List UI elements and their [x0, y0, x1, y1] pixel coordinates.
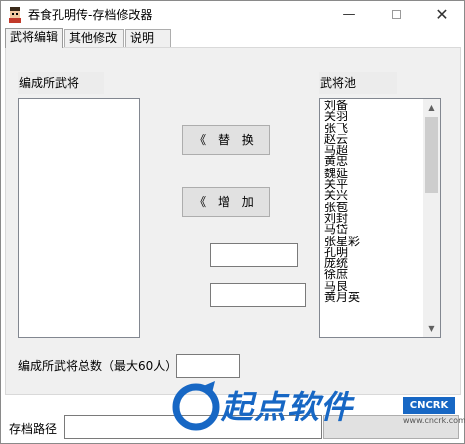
general-pool-list[interactable]: 刘备 关羽 张飞 赵云 马超 黄忠 魏延 关平 关兴 张苞 刘封 马岱 张星彩 孔明 庞统 徐庶 马良 黄月英 ▲… — [319, 98, 441, 338]
general-pool-item[interactable]: 关羽 — [324, 111, 422, 122]
general-pool-item[interactable]: 关兴 — [324, 190, 422, 201]
general-pool-item[interactable]: 刘备 — [324, 100, 422, 111]
maximize-icon — [391, 10, 401, 19]
general-pool-items: 刘备 关羽 张飞 赵云 马超 黄忠 魏延 关平 关兴 张苞 刘封 马岱 张星彩 孔明 庞统 徐庶 马良 黄月英 — [324, 100, 422, 303]
window-title: 吞食孔明传-存档修改器 — [28, 8, 153, 22]
general-pool-item[interactable]: 赵云 — [324, 134, 422, 145]
tab-other-edits[interactable]: 其他修改 — [64, 29, 124, 47]
general-pool-item[interactable]: 徐庶 — [324, 269, 422, 280]
general-pool-item[interactable]: 张星彩 — [324, 236, 422, 247]
scroll-thumb[interactable] — [425, 117, 438, 193]
tab-instructions[interactable]: 说明 — [125, 29, 171, 47]
app-icon — [9, 7, 21, 23]
scroll-down-icon[interactable]: ▼ — [423, 320, 440, 337]
general-pool-scrollbar[interactable]: ▲ ▼ — [423, 99, 440, 337]
general-pool-item[interactable]: 马超 — [324, 145, 422, 156]
general-pool-item[interactable]: 黄忠 — [324, 156, 422, 167]
replace-button[interactable]: 《 替 换 — [182, 125, 270, 155]
general-pool-item[interactable]: 孔明 — [324, 247, 422, 258]
watermark: 起点软件 CNCRK www.cncrk.com — [171, 375, 465, 441]
formation-list[interactable] — [18, 98, 140, 338]
title-bar[interactable]: 吞食孔明传-存档修改器 — ✕ — [1, 1, 464, 29]
close-button[interactable]: ✕ — [419, 1, 465, 29]
watermark-url: www.cncrk.com — [403, 416, 465, 425]
minimize-button[interactable]: — — [326, 1, 372, 29]
watermark-text: 起点软件 — [221, 388, 354, 426]
tab-bar: 武将编辑 其他修改 说明 — [5, 28, 465, 48]
watermark-logo-icon — [172, 381, 220, 431]
general-pool-item[interactable]: 魏延 — [324, 168, 422, 179]
general-pool-item[interactable]: 刘封 — [324, 213, 422, 224]
general-edit-panel: 编成所武将 武将池 刘备 关羽 张飞 赵云 马超 黄忠 魏延 关平 关兴 张苞 刘封 马岱 张星彩 孔明庞… — [5, 47, 461, 395]
app-window: 吞食孔明传-存档修改器 — ✕ 武将编辑 其他修改 说明 编成所武将 武将池 刘… — [0, 0, 465, 444]
formation-label: 编成所武将 — [18, 72, 104, 94]
general-pool-item[interactable]: 张飞 — [324, 123, 422, 134]
general-pool-item[interactable]: 庞统 — [324, 258, 422, 269]
general-pool-label: 武将池 — [319, 72, 397, 94]
general-pool-item[interactable]: 黄月英 — [324, 292, 422, 303]
general-pool-item[interactable]: 马良 — [324, 281, 422, 292]
general-field-1[interactable] — [210, 243, 298, 267]
general-pool-item[interactable]: 张苞 — [324, 202, 422, 213]
add-button[interactable]: 《 增 加 — [182, 187, 270, 217]
maximize-button[interactable] — [373, 1, 419, 29]
save-path-label: 存档路径 — [9, 422, 58, 436]
watermark-badge: CNCRK — [403, 397, 455, 414]
general-pool-item[interactable]: 马岱 — [324, 224, 422, 235]
tab-general-edit[interactable]: 武将编辑 — [5, 28, 63, 48]
scroll-up-icon[interactable]: ▲ — [423, 99, 440, 116]
general-field-2[interactable] — [210, 283, 306, 307]
general-pool-item[interactable]: 关平 — [324, 179, 422, 190]
formation-total-label: 编成所武将总数（最大60人） — [18, 359, 178, 373]
